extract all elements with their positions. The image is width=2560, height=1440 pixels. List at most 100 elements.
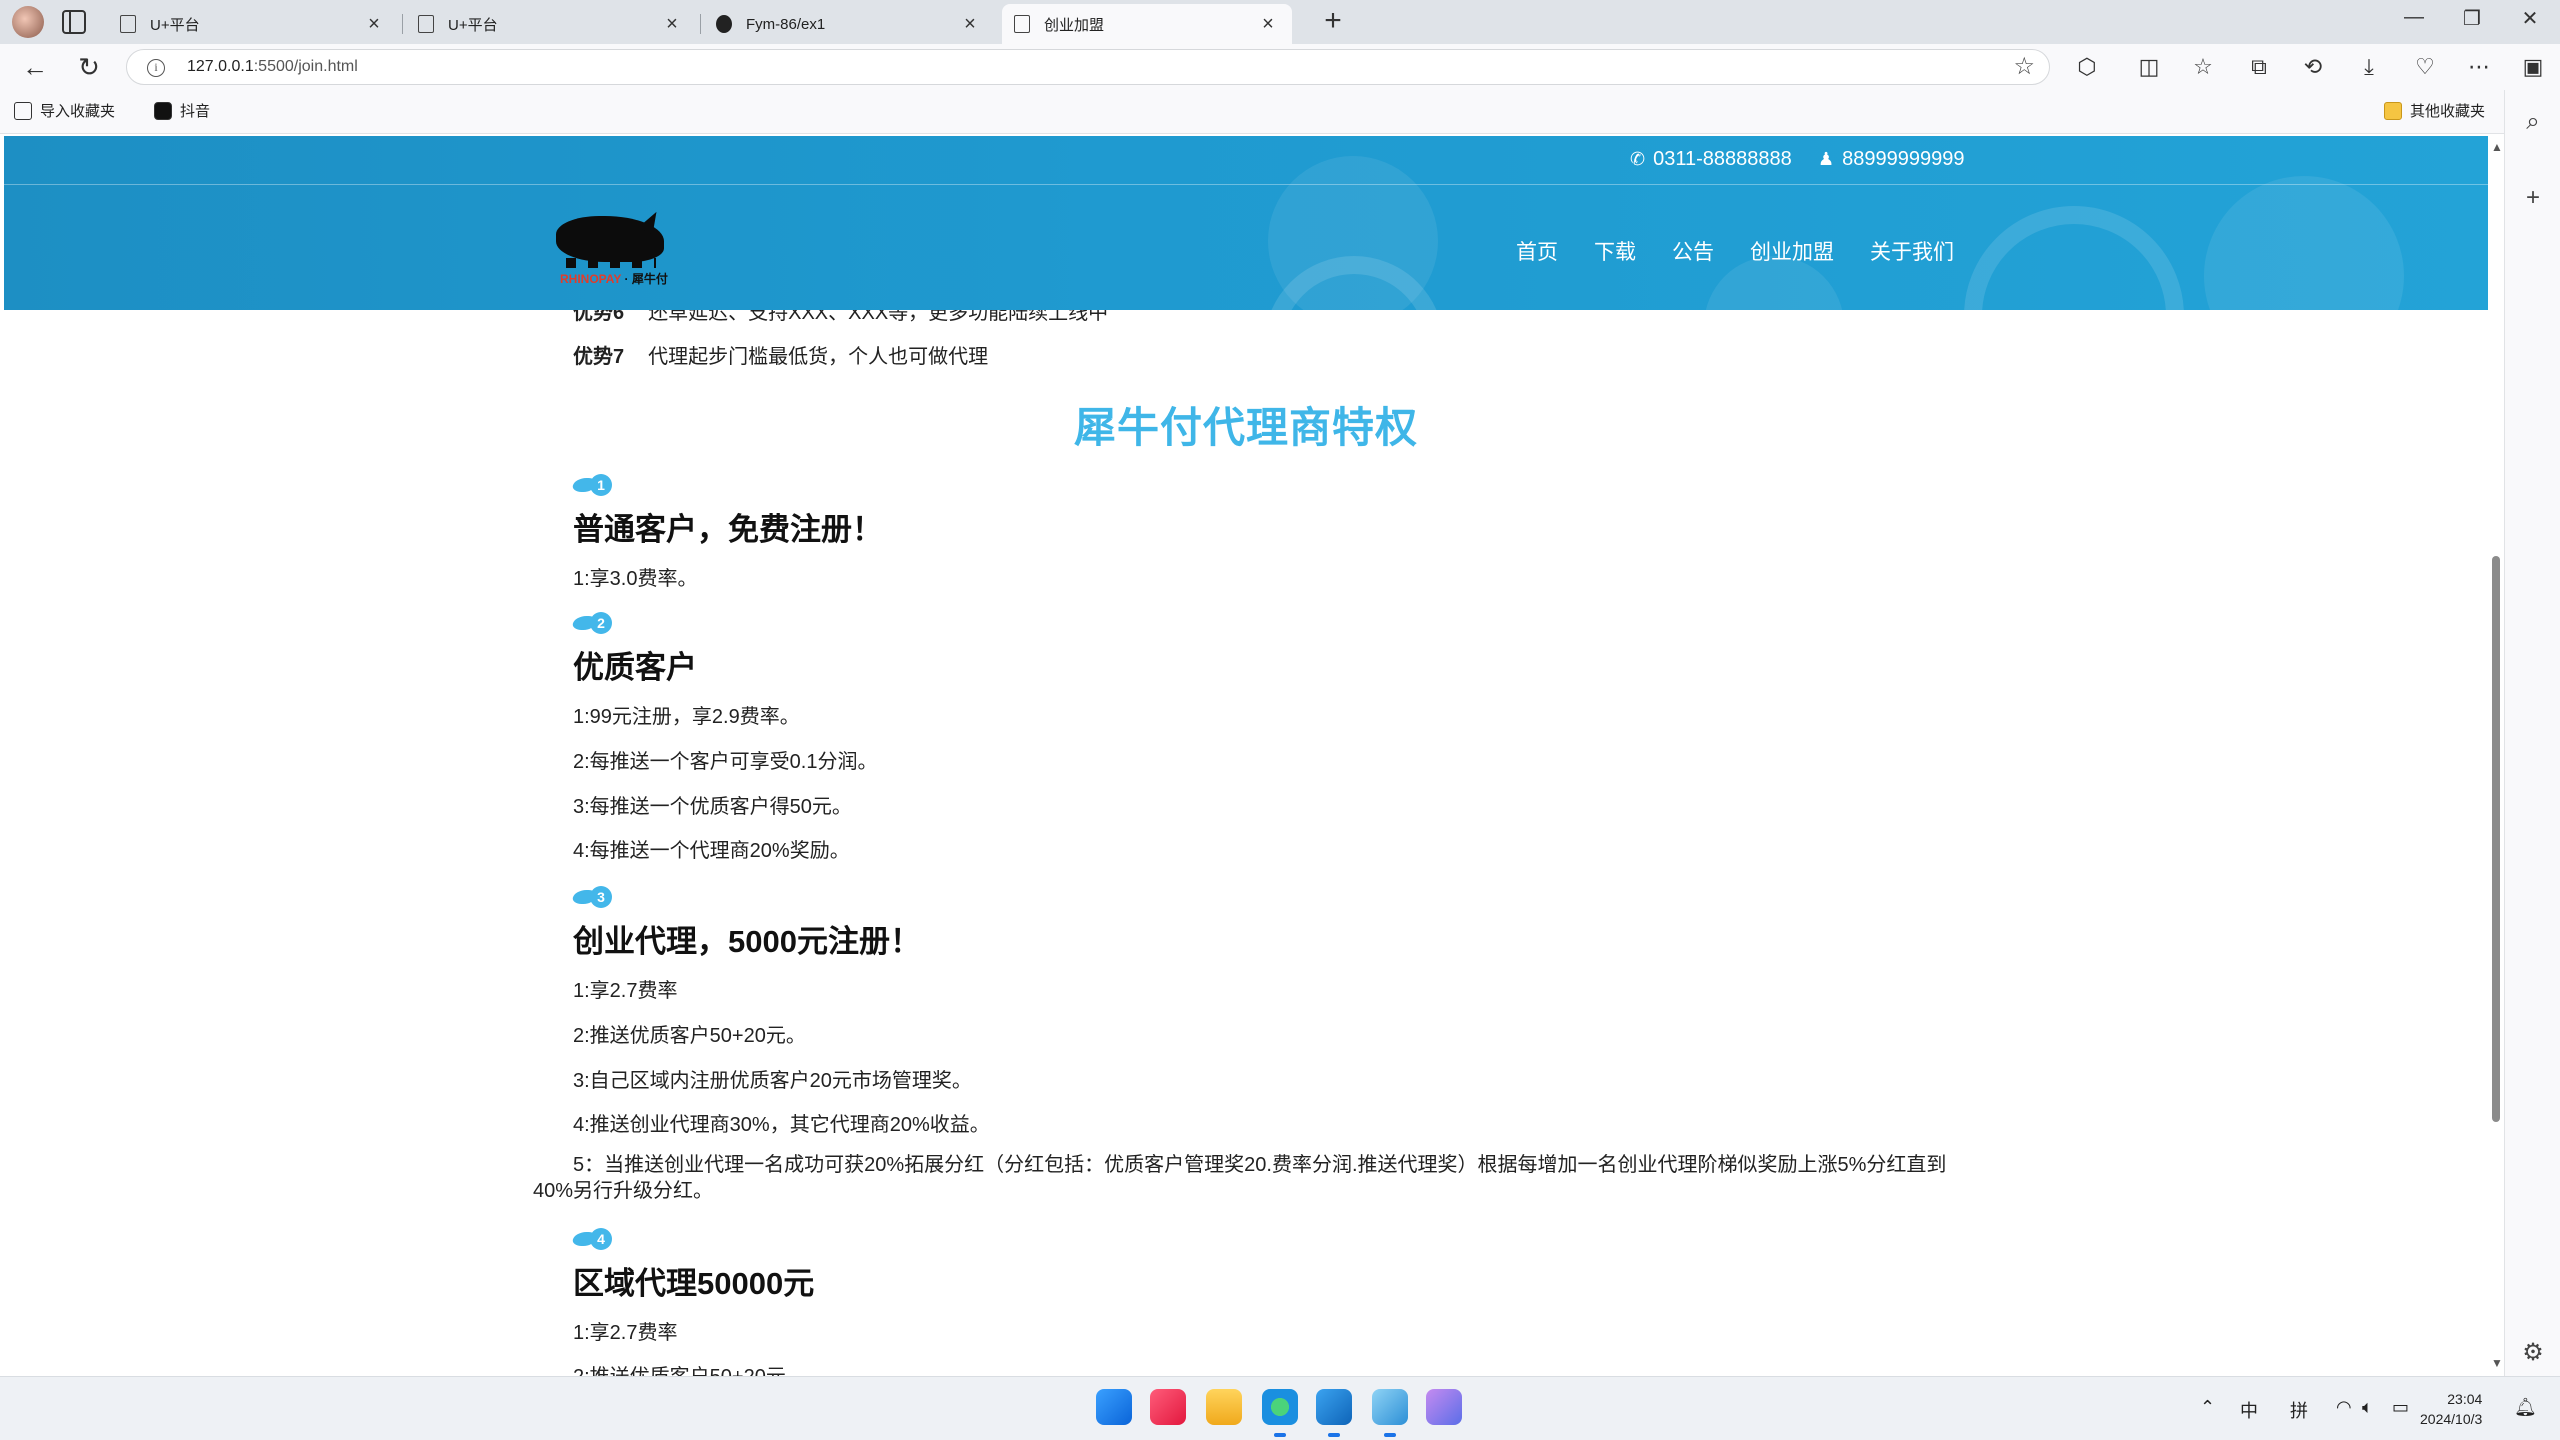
github-icon [716,15,732,33]
browser-tab[interactable]: U+平台 × [108,4,398,44]
tier-line: 2:推送优质客户50+20元 [573,1360,786,1376]
section-title: 犀牛付代理商特权 [1073,404,1418,451]
browser-tab[interactable]: Fym-86/ex1 × [704,4,994,44]
wifi-icon[interactable]: ◠ [2336,1397,2352,1418]
tier-badge-icon: 2 [571,612,612,634]
tiktok-icon [154,101,172,120]
collections-icon[interactable]: ⧉ [2244,54,2274,80]
tier-title: 普通客户，免费注册！ [573,512,883,547]
minimize-button[interactable]: — [2394,6,2434,29]
advantage-item: 优势7 代理起步门槛最低货，个人也可做代理 [573,340,988,369]
back-icon[interactable]: ← [18,52,52,82]
tier-line: 4:推送创业代理商30%，其它代理商20%收益。 [573,1114,990,1136]
tab-actions-icon[interactable] [62,10,86,34]
ime-mode[interactable]: 拼 [2290,1397,2308,1423]
tier-title: 优质客户 [573,650,697,685]
downloads-icon[interactable]: ⤓ [2354,54,2384,80]
new-tab-button[interactable]: + [1316,6,1350,36]
address-bar[interactable]: i 127.0.0.1:5500/join.html ☆ [126,49,2050,85]
paint-icon[interactable] [1372,1389,1408,1437]
volume-icon[interactable]: 🔈︎ [2362,1397,2373,1418]
close-window-button[interactable]: ✕ [2510,6,2550,31]
battery-icon[interactable]: ▭ [2392,1397,2409,1418]
tier-line: 2:每推送一个客户可享受0.1分润。 [573,751,878,773]
nav-about[interactable]: 关于我们 [1870,236,1954,266]
sidebar-toggle-icon[interactable]: ▣ [2518,54,2548,80]
close-tab-icon[interactable]: × [362,13,386,36]
site-logo[interactable]: RHINOPAY · 犀牛付 [552,206,682,286]
scroll-down-icon[interactable]: ▼ [2491,1356,2503,1370]
system-clock[interactable]: 23:04 2024/10/3 [2420,1389,2482,1429]
tier-line: 2:推送优质客户50+20元。 [573,1025,806,1047]
split-screen-icon[interactable]: ◫ [2134,54,2164,80]
close-tab-icon[interactable]: × [1256,13,1280,36]
tier-line: 1:享2.7费率 [573,1322,678,1344]
favorites-icon[interactable]: ☆ [2188,54,2218,80]
more-icon[interactable]: ⋯ [2464,54,2494,80]
history-icon[interactable]: ⟲ [2298,54,2328,80]
notification-bell-icon[interactable]: 🔔︎ [2514,1397,2537,1418]
app-icon[interactable] [1426,1389,1462,1425]
search-icon[interactable]: ⌕ [2519,108,2547,136]
file-explorer-icon[interactable] [1206,1389,1242,1425]
nav-announcement[interactable]: 公告 [1672,236,1714,266]
ime-language[interactable]: 中 [2240,1397,2258,1423]
add-icon[interactable]: + [2519,184,2547,212]
tier-line: 1:享2.7费率 [573,980,678,1002]
main-nav: 首页 下载 公告 创业加盟 关于我们 [1516,236,1954,266]
qq-number: 88999999999 [1842,148,1965,170]
favorite-douyin[interactable]: 抖音 [154,100,210,121]
tab-title: U+平台 [150,16,200,34]
page-scrollbar[interactable]: ▲ ▼ [2488,136,2504,1376]
tier-line: 5：当推送创业代理一名成功可获20%拓展分红（分红包括：优质客户管理奖20.费率… [533,1154,1947,1202]
browser-tab[interactable]: U+平台 × [406,4,696,44]
extensions-icon[interactable]: ⬡ [2072,54,2102,80]
settings-gear-icon[interactable]: ⚙ [2519,1338,2547,1367]
page-icon [418,15,434,33]
scroll-thumb[interactable] [2492,556,2500,1122]
tab-title: Fym-86/ex1 [746,15,826,33]
clock-date: 2024/10/3 [2420,1411,2483,1427]
scroll-up-icon[interactable]: ▲ [2491,140,2503,154]
url-text[interactable]: 127.0.0.1:5500/join.html [187,58,358,76]
site-info-icon[interactable]: i [147,59,165,77]
restore-button[interactable]: ❐ [2452,6,2492,31]
folder-icon [2384,101,2402,120]
profile-avatar[interactable] [12,6,44,38]
favorite-label: 其他收藏夹 [2410,103,2486,120]
page-icon [1014,15,1030,33]
favorite-label: 导入收藏夹 [40,103,116,120]
favorite-star-icon[interactable]: ☆ [2013,52,2035,81]
refresh-icon[interactable]: ↻ [72,52,106,82]
advantage-text: 代理起步门槛最低货，个人也可做代理 [648,346,989,368]
tier-badge-icon: 3 [571,886,612,908]
chevron-up-icon[interactable]: ⌃ [2200,1397,2215,1418]
nav-download[interactable]: 下载 [1594,236,1636,266]
favorite-import[interactable]: 导入收藏夹 [14,100,115,121]
nav-join[interactable]: 创业加盟 [1750,236,1834,266]
vscode-icon[interactable] [1316,1389,1352,1437]
windows-taskbar: ⌃ 中 拼 ◠ 🔈︎ ▭ 23:04 2024/10/3 🔔︎ [0,1376,2560,1440]
clock-time: 23:04 [2447,1391,2483,1407]
favorites-bar: 导入收藏夹 抖音 其他收藏夹 [0,90,2560,134]
browser-essentials-icon[interactable]: ♡ [2410,54,2440,80]
page-icon [120,15,136,33]
windows-start-icon[interactable] [1096,1389,1132,1425]
tier-badge-icon: 4 [571,1228,612,1250]
tab-title: 创业加盟 [1044,16,1105,34]
close-tab-icon[interactable]: × [660,13,684,36]
music-icon[interactable] [1150,1389,1186,1425]
tier-line: 1:享3.0费率。 [573,568,698,590]
tab-strip: U+平台 × U+平台 × Fym-86/ex1 × 创业加盟 × + — ❐ … [0,0,2560,44]
contact-phone: ✆ 0311-88888888 [1630,148,1792,171]
tier-title: 区域代理50000元 [573,1266,815,1301]
qq-penguin-icon: ♟ [1818,149,1835,169]
edge-icon[interactable] [1262,1389,1298,1437]
logo-text: RHINOPAY · 犀牛付 [560,272,668,286]
edge-sidebar: ⌕ + ⚙ [2504,90,2560,1376]
page-viewport[interactable]: 优势6 还草延迟、支持XXX、XXX等，更多功能陆续上线中 优势7 代理起步门槛最低… [4,136,2488,1376]
other-favorites[interactable]: 其他收藏夹 [2384,100,2485,121]
browser-tab-active[interactable]: 创业加盟 × [1002,4,1292,44]
nav-home[interactable]: 首页 [1516,236,1558,266]
close-tab-icon[interactable]: × [958,13,982,36]
